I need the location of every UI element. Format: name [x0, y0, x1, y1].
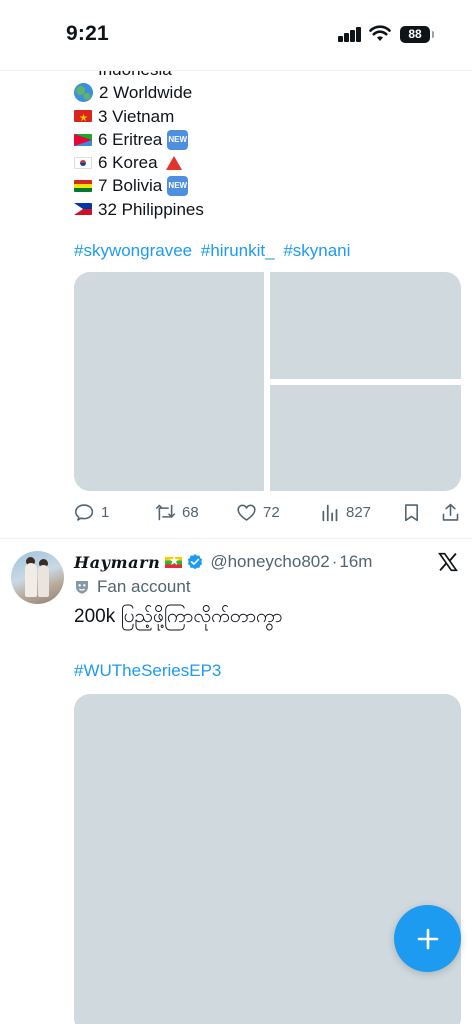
list-item-text: 6 Korea: [98, 153, 158, 173]
myanmar-flag-icon: [165, 553, 183, 569]
like-count: 72: [263, 503, 280, 521]
account-label: Fan account: [74, 576, 191, 598]
repost-count: 68: [182, 503, 199, 521]
battery-nub: [432, 31, 434, 38]
list-item-text: 32 Philippines: [98, 199, 204, 219]
ranking-list: Indonesia 2 Worldwide ★ 3 Vietnam 6 Erit…: [74, 58, 434, 221]
tweet-actions: 1 68 72 827: [74, 500, 464, 524]
list-item: 2 Worldwide: [74, 81, 434, 104]
avatar[interactable]: [11, 551, 64, 604]
hashtag-link[interactable]: #skynani: [283, 241, 350, 260]
heart-icon: [237, 504, 256, 521]
handle[interactable]: @honeycho802: [210, 552, 329, 572]
compose-button[interactable]: [394, 905, 461, 972]
status-bar: 9:21 88: [0, 0, 472, 70]
list-item-text: 2 Worldwide: [99, 83, 193, 103]
battery-icon: 88: [400, 26, 430, 43]
trend-up-icon: [165, 155, 182, 170]
account-label-text: Fan account: [97, 577, 191, 596]
tweet-hashtags: #skywongravee #hirunkit_ #skynani: [74, 241, 354, 261]
globe-icon: [74, 83, 93, 103]
status-divider: [0, 70, 472, 71]
philippines-flag-icon: [74, 203, 92, 216]
list-item-text: 6 Eritrea: [98, 129, 163, 149]
list-item-text: 3 Vietnam: [98, 106, 175, 126]
vietnam-flag-icon: ★: [74, 110, 92, 124]
hashtag-link[interactable]: #skywongravee: [74, 241, 192, 260]
bolivia-flag-icon: [74, 180, 92, 193]
separator: ·: [331, 552, 338, 571]
plus-icon: [417, 928, 438, 949]
signal-icon: [338, 27, 362, 42]
bookmark-icon: [405, 503, 418, 521]
list-item: 7 Bolivia NEW: [74, 174, 434, 197]
new-badge: NEW: [167, 176, 189, 197]
timestamp[interactable]: 16m: [339, 552, 372, 572]
new-badge: NEW: [167, 129, 189, 150]
media-image[interactable]: [270, 385, 461, 491]
tweet-divider: [0, 538, 472, 539]
verified-badge-icon[interactable]: [186, 553, 204, 571]
x-logo-icon[interactable]: [438, 552, 458, 572]
like-button[interactable]: 72: [236, 500, 280, 524]
korea-flag-icon: [74, 156, 92, 169]
list-item: ★ 3 Vietnam: [74, 105, 434, 128]
tweet-text: 200k ပြည့်ဖို့ကြာလိုက်တာကွာ: [74, 606, 283, 627]
display-name[interactable]: Haymarn: [74, 553, 160, 572]
views-button[interactable]: 827: [319, 500, 371, 524]
hashtag-link[interactable]: #hirunkit_: [201, 241, 275, 260]
bookmark-button[interactable]: [401, 500, 422, 524]
repost-button[interactable]: 68: [155, 500, 199, 524]
share-button[interactable]: [440, 500, 461, 524]
media-image[interactable]: [74, 272, 264, 491]
list-item: 6 Eritrea NEW: [74, 128, 434, 151]
list-item: 32 Philippines: [74, 198, 434, 221]
share-icon: [442, 503, 459, 521]
views-count: 827: [346, 503, 372, 521]
reply-button[interactable]: 1: [74, 500, 109, 524]
wifi-icon: [369, 25, 391, 41]
repost-icon: [155, 504, 176, 520]
mask-icon: [76, 581, 88, 594]
list-item: 6 Korea: [74, 151, 434, 174]
media-image[interactable]: [74, 694, 461, 1024]
reply-count: 1: [101, 503, 110, 521]
eritrea-flag-icon: [74, 133, 92, 146]
views-icon: [322, 504, 338, 521]
hashtag-link[interactable]: #WUTheSeriesEP3: [74, 661, 221, 681]
tweet-header: Haymarn @honeycho802 · 16m: [74, 551, 372, 573]
status-time: 9:21: [66, 22, 109, 45]
list-item-text: 7 Bolivia: [98, 176, 163, 196]
media-image[interactable]: [270, 272, 461, 379]
media-grid: [74, 272, 461, 491]
reply-icon: [74, 503, 94, 521]
